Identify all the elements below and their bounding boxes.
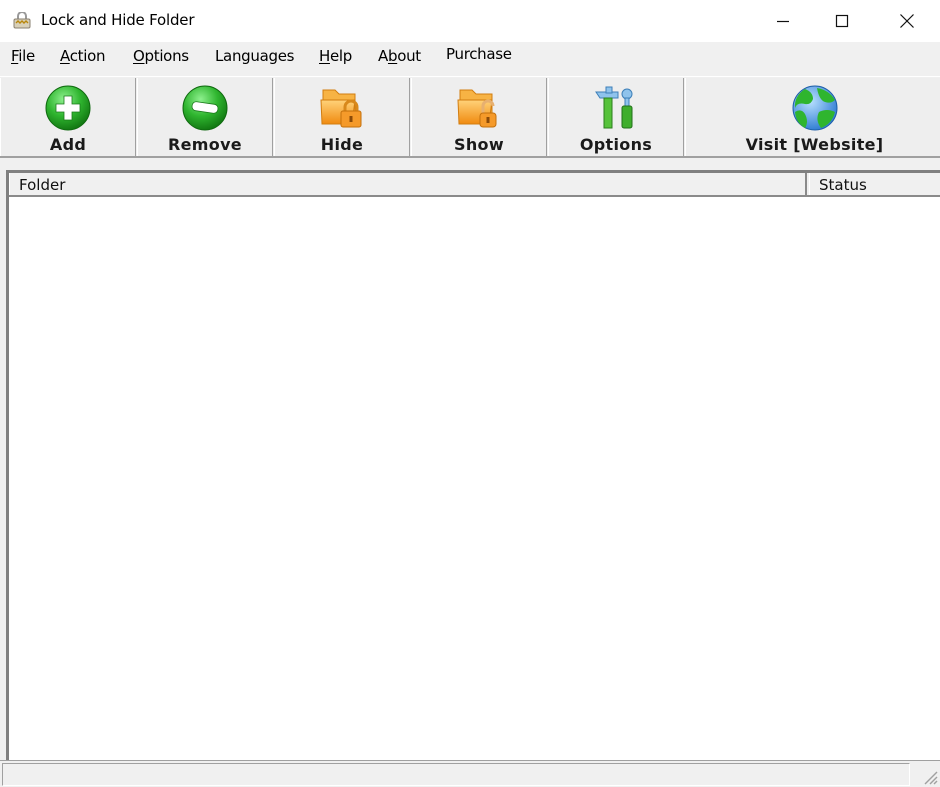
menu-options-mnemonic: O bbox=[133, 47, 145, 65]
maximize-icon bbox=[835, 14, 849, 28]
visit-website-button[interactable]: Visit [Website] bbox=[685, 78, 940, 156]
visit-website-button-label: Visit [Website] bbox=[745, 135, 884, 154]
lock-folder-app-icon bbox=[13, 12, 31, 29]
minimize-button[interactable] bbox=[760, 0, 806, 42]
add-plus-circle-icon bbox=[45, 85, 91, 131]
menu-file[interactable]: File bbox=[11, 47, 35, 65]
remove-minus-circle-icon bbox=[182, 85, 228, 131]
tools-hammer-screwdriver-icon bbox=[595, 86, 633, 129]
remove-button-label: Remove bbox=[168, 135, 242, 154]
add-button[interactable]: Add bbox=[0, 78, 136, 156]
menu-help-mnemonic: H bbox=[319, 47, 330, 65]
folder-list[interactable]: Folder Status bbox=[6, 170, 940, 760]
list-body[interactable] bbox=[9, 197, 940, 760]
menu-purchase-label: Purchase bbox=[446, 45, 512, 63]
menu-action[interactable]: Action bbox=[60, 47, 105, 65]
menu-bar: File Action Options Languages Help About… bbox=[0, 42, 940, 74]
options-button[interactable]: Options bbox=[548, 78, 684, 156]
hide-button[interactable]: Hide bbox=[274, 78, 410, 156]
minimize-icon bbox=[777, 20, 789, 23]
status-bar bbox=[0, 760, 940, 787]
menu-file-rest: ile bbox=[18, 47, 35, 65]
menu-purchase[interactable]: Purchase bbox=[446, 45, 512, 63]
menu-action-rest: ction bbox=[69, 47, 106, 65]
folder-lock-open-icon bbox=[457, 89, 497, 128]
menu-languages[interactable]: Languages bbox=[215, 47, 294, 65]
list-header: Folder Status bbox=[9, 173, 940, 197]
show-button-label: Show bbox=[454, 135, 504, 154]
menu-help[interactable]: Help bbox=[319, 47, 352, 65]
status-panel bbox=[2, 763, 910, 786]
menu-about-mnemonic: b bbox=[387, 47, 398, 65]
menu-about[interactable]: About bbox=[378, 47, 421, 65]
column-header-status[interactable]: Status bbox=[809, 173, 940, 195]
menu-options-rest: ptions bbox=[144, 47, 190, 65]
folder-lock-closed-icon bbox=[320, 89, 362, 128]
title-bar: Lock and Hide Folder bbox=[0, 0, 940, 42]
remove-button[interactable]: Remove bbox=[137, 78, 273, 156]
hide-button-label: Hide bbox=[320, 135, 364, 154]
menu-options[interactable]: Options bbox=[133, 47, 189, 65]
resize-grip-icon[interactable] bbox=[922, 769, 938, 785]
add-button-label: Add bbox=[49, 135, 87, 154]
maximize-button[interactable] bbox=[819, 0, 865, 42]
options-button-label: Options bbox=[579, 135, 653, 154]
column-header-folder[interactable]: Folder bbox=[9, 173, 807, 195]
menu-about-post: out bbox=[397, 47, 421, 65]
menu-action-mnemonic: A bbox=[60, 47, 70, 65]
window-title: Lock and Hide Folder bbox=[41, 11, 195, 29]
close-button[interactable] bbox=[884, 0, 930, 42]
globe-icon bbox=[792, 85, 837, 131]
toolbar: Add Remove Hide Show Options Visit [Webs… bbox=[0, 76, 940, 158]
menu-about-pre: A bbox=[378, 47, 388, 65]
menu-languages-label: Languages bbox=[215, 47, 295, 65]
show-button[interactable]: Show bbox=[411, 78, 547, 156]
menu-help-rest: elp bbox=[329, 47, 353, 65]
close-icon bbox=[900, 14, 914, 28]
